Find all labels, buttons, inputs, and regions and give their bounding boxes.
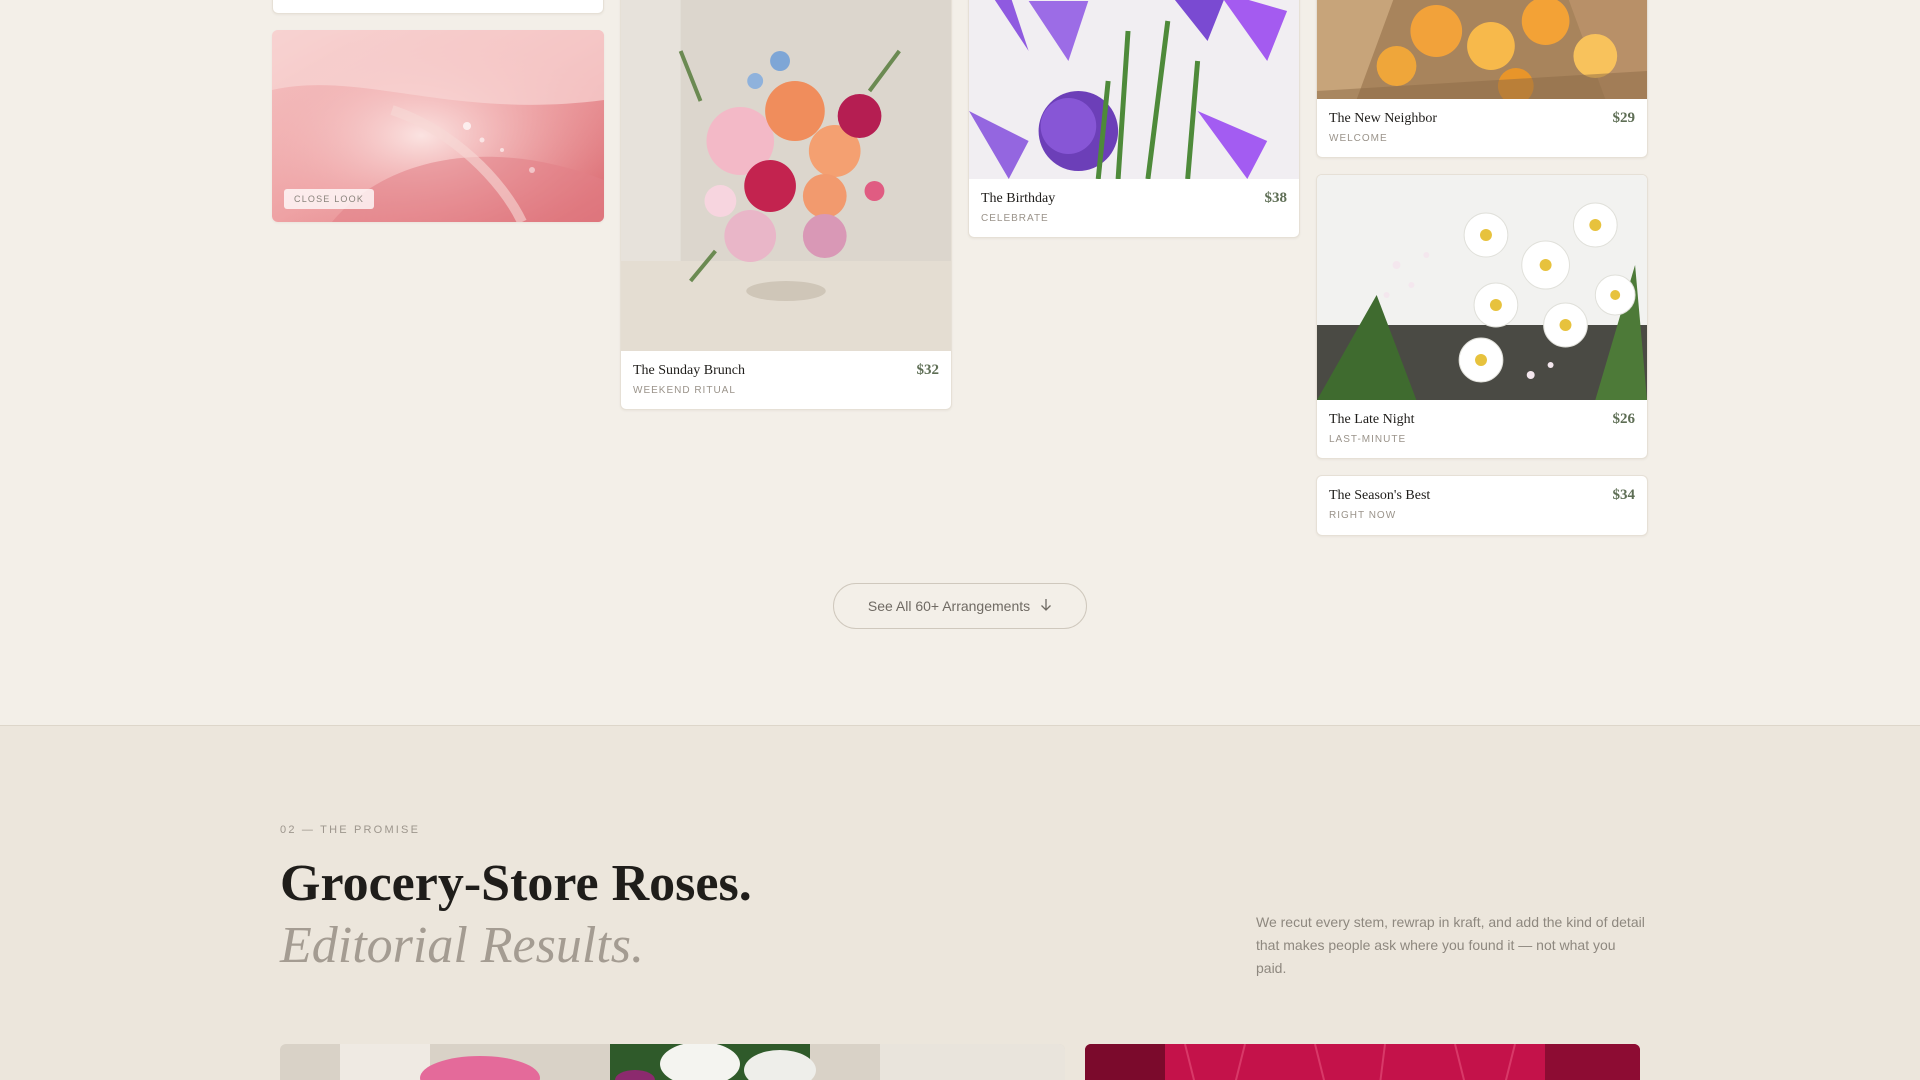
product-price: $32 — [916, 362, 940, 378]
product-price: $38 — [1264, 190, 1288, 206]
product-tag: WEEKEND RITUAL — [633, 385, 736, 396]
close-look-card[interactable]: CLOSE LOOK — [272, 30, 604, 222]
arrow-down-icon — [1040, 598, 1052, 615]
close-look-badge: CLOSE LOOK — [284, 189, 375, 209]
late-night-image — [1317, 175, 1647, 400]
product-card-sunday-brunch[interactable]: The Sunday Brunch WEEKEND RITUAL $32 — [620, 0, 952, 410]
product-card-partial[interactable] — [272, 0, 604, 14]
product-title: The New Neighbor — [1329, 111, 1438, 126]
promise-section: 02 — THE PROMISE Grocery-Store Roses. Ed… — [0, 725, 1920, 1080]
product-card-seasons-best[interactable]: The Season's Best RIGHT NOW $34 — [1316, 475, 1648, 536]
product-card-new-neighbor[interactable]: The New Neighbor WELCOME $29 — [1316, 0, 1648, 158]
product-card-birthday[interactable]: The Birthday CELEBRATE $38 — [968, 0, 1300, 238]
promise-image-left — [280, 1044, 1065, 1080]
product-card-late-night[interactable]: The Late Night LAST-MINUTE $26 — [1316, 174, 1648, 459]
product-tag: CELEBRATE — [981, 213, 1049, 224]
sunday-brunch-image — [621, 0, 951, 351]
section-eyebrow: 02 — THE PROMISE — [280, 824, 421, 836]
section-headline-italic: Editorial Results. — [280, 917, 644, 974]
product-title: The Sunday Brunch — [633, 363, 745, 378]
product-card-info: The Birthday CELEBRATE $38 — [969, 177, 1299, 237]
birthday-image — [969, 0, 1299, 179]
product-title: The Birthday — [981, 191, 1056, 206]
product-tag: LAST-MINUTE — [1329, 434, 1407, 445]
see-all-arrangements-button[interactable]: See All 60+ Arrangements — [833, 583, 1087, 629]
product-card-info: The Late Night LAST-MINUTE $26 — [1317, 398, 1647, 458]
product-card-info: The Season's Best RIGHT NOW $34 — [1317, 476, 1647, 535]
product-price: $26 — [1612, 411, 1636, 427]
product-title: The Late Night — [1329, 412, 1415, 427]
product-price: $29 — [1612, 110, 1636, 126]
promise-image-right — [1085, 1044, 1640, 1080]
new-neighbor-image — [1317, 0, 1647, 99]
section-description: We recut every stem, rewrap in kraft, an… — [1256, 914, 1645, 976]
product-price: $34 — [1612, 487, 1636, 503]
product-card-info: The Sunday Brunch WEEKEND RITUAL $32 — [621, 349, 951, 409]
product-tag: WELCOME — [1329, 133, 1388, 144]
arrangements-gallery: CLOSE LOOK The Sunday Brunch WEEKEND RIT… — [0, 0, 1920, 725]
product-title: The Season's Best — [1329, 488, 1431, 503]
section-headline: Grocery-Store Roses. — [280, 855, 752, 912]
see-all-label: See All 60+ Arrangements — [867, 598, 1031, 614]
product-card-info: The New Neighbor WELCOME $29 — [1317, 97, 1647, 157]
product-tag: RIGHT NOW — [1329, 510, 1397, 521]
